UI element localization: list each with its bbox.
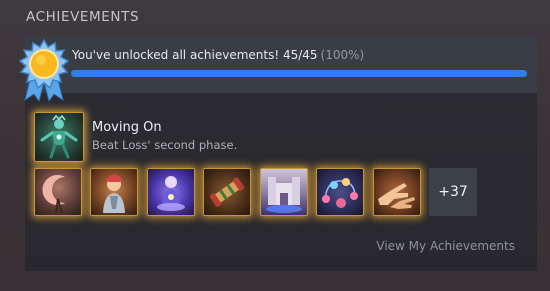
progress-fill xyxy=(71,70,527,77)
featured-achievement-title: Moving On xyxy=(92,120,162,135)
scroll-roll-icon xyxy=(209,177,245,207)
progress-bar xyxy=(71,70,527,77)
summary-percent: (100%) xyxy=(320,48,365,62)
crescent-moon-achievement-icon[interactable] xyxy=(34,168,82,216)
view-my-achievements-link[interactable]: View My Achievements xyxy=(376,239,515,253)
castle-icon xyxy=(266,177,302,213)
orbit-orbs-achievement-icon[interactable] xyxy=(316,168,364,216)
moving-on-figure-icon xyxy=(40,114,78,159)
pointing-hands-icon xyxy=(378,183,415,209)
scroll-roll-achievement-icon[interactable] xyxy=(203,168,251,216)
summary-message: You've unlocked all achievements! 45/45 xyxy=(72,48,318,62)
achievements-widget: ACHIEVEMENTS You've unlocked all achieve… xyxy=(0,0,550,291)
featured-achievement-description: Beat Loss' second phase. xyxy=(92,138,238,152)
character-portrait-achievement-icon[interactable] xyxy=(90,168,138,216)
purple-figure-achievement-icon[interactable] xyxy=(147,168,195,216)
sun-ribbon-badge-icon xyxy=(18,38,70,103)
achievement-summary: You've unlocked all achievements! 45/45(… xyxy=(25,36,537,93)
castle-achievement-icon[interactable] xyxy=(260,168,308,216)
more-achievements-button[interactable]: +37 xyxy=(429,168,477,216)
achievements-panel: You've unlocked all achievements! 45/45(… xyxy=(18,36,537,271)
moving-on-achievement-icon[interactable] xyxy=(34,112,84,162)
section-heading: ACHIEVEMENTS xyxy=(26,9,140,25)
character-portrait-icon xyxy=(103,174,125,213)
pointing-hands-achievement-icon[interactable] xyxy=(373,168,421,216)
summary-text: You've unlocked all achievements! 45/45(… xyxy=(72,48,364,62)
orbit-orbs-icon xyxy=(322,178,358,208)
crescent-moon-icon xyxy=(42,175,65,214)
purple-figure-icon xyxy=(157,176,185,211)
